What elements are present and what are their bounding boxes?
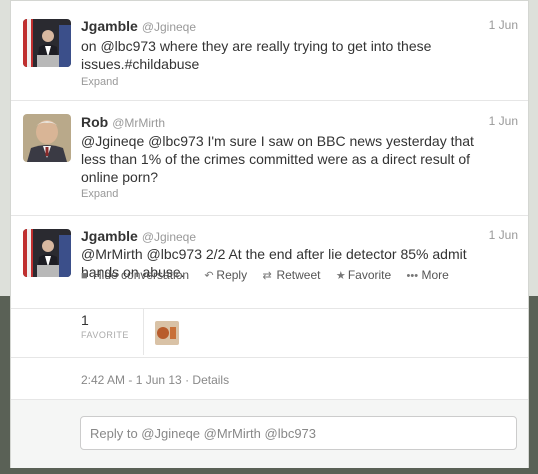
- user-avatar[interactable]: [23, 114, 71, 162]
- tweet-header: Jgamble @Jgineqe 1 Jun: [81, 228, 518, 246]
- ellipsis-icon: •••: [406, 270, 419, 282]
- stats-divider: [143, 309, 144, 355]
- favorite-label: Favorite: [347, 268, 392, 282]
- reply-input[interactable]: Reply to @Jgineqe @MrMirth @lbc973: [80, 416, 517, 450]
- reply-arrow-icon: ↶: [204, 270, 214, 282]
- tweet-details: 2:42 AM - 1 Jun 13 · Details: [81, 373, 229, 387]
- user-avatar[interactable]: [23, 229, 71, 277]
- tweet-item[interactable]: Rob @MrMirth 1 Jun @Jgineqe @lbc973 I'm s…: [11, 100, 528, 216]
- conversation-panel: Jgamble @Jgineqe 1 Jun on @lbc973 where t…: [10, 0, 529, 468]
- tweet-stats: 1 FAVORITE: [11, 308, 528, 358]
- star-icon: ★: [335, 270, 346, 282]
- hide-conversation-button[interactable]: ■ Hide conversation: [81, 268, 189, 282]
- speech-bubble-icon: ■: [81, 270, 88, 282]
- author-handle[interactable]: @Jgineqe: [142, 230, 196, 244]
- tweet-time[interactable]: 1 Jun: [489, 114, 518, 128]
- details-link[interactable]: Details: [192, 373, 229, 387]
- user-avatar[interactable]: [23, 19, 71, 67]
- expand-link[interactable]: Expand: [81, 76, 118, 88]
- author-name[interactable]: Jgamble: [81, 228, 138, 244]
- more-button[interactable]: ••• More: [407, 268, 449, 282]
- favoriter-avatar[interactable]: [155, 321, 179, 345]
- tweet-actions: ■ Hide conversation ↶ Reply ⇄ Retweet ★ Favo…: [81, 268, 461, 282]
- author-handle[interactable]: @Jgineqe: [142, 20, 196, 34]
- tweet-time[interactable]: 1 Jun: [489, 18, 518, 32]
- tweet-item[interactable]: Jgamble @Jgineqe 1 Jun on @lbc973 where t…: [11, 1, 528, 101]
- tweet-header: Jgamble @Jgineqe 1 Jun: [81, 18, 518, 36]
- more-label: More: [421, 268, 449, 282]
- tweet-timestamp[interactable]: 2:42 AM - 1 Jun 13: [81, 373, 182, 387]
- reply-area: Reply to @Jgineqe @MrMirth @lbc973: [11, 399, 528, 468]
- tweet-text: on @lbc973 where they are really trying …: [81, 38, 432, 72]
- expand-link[interactable]: Expand: [81, 188, 118, 200]
- favorites-count[interactable]: 1: [81, 312, 89, 328]
- tweet-header: Rob @MrMirth 1 Jun: [81, 114, 518, 132]
- retweet-label: Retweet: [276, 268, 321, 282]
- reply-button[interactable]: ↶ Reply: [204, 268, 247, 282]
- favorites-label[interactable]: FAVORITE: [81, 330, 129, 340]
- details-separator: ·: [185, 373, 190, 387]
- author-name[interactable]: Jgamble: [81, 18, 138, 34]
- focused-tweet[interactable]: Jgamble @Jgineqe 1 Jun @MrMirth @lbc973 2…: [11, 215, 528, 307]
- tweet-text: @Jgineqe @lbc973 I'm sure I saw on BBC n…: [81, 133, 474, 185]
- reply-label: Reply: [216, 268, 248, 282]
- author-name[interactable]: Rob: [81, 114, 108, 130]
- hide-conversation-label: Hide conversation: [93, 268, 190, 282]
- retweet-button[interactable]: ⇄ Retweet: [262, 268, 320, 282]
- author-handle[interactable]: @MrMirth: [112, 116, 165, 130]
- retweet-icon: ⇄: [262, 270, 272, 282]
- favorite-button[interactable]: ★ Favorite: [336, 268, 391, 282]
- tweet-time[interactable]: 1 Jun: [489, 228, 518, 242]
